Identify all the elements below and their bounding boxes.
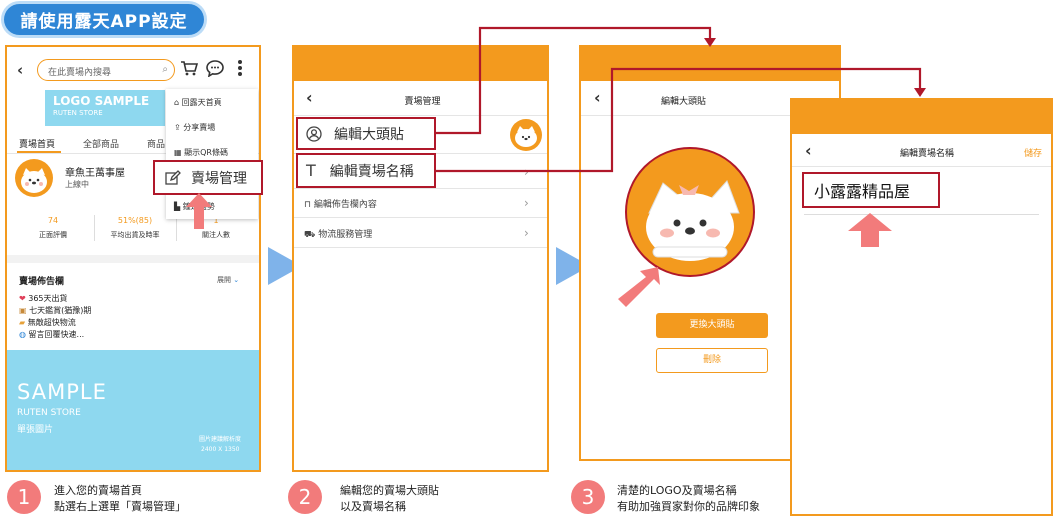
step-2-text: 編輯您的賣場大頭貼 以及賣場名稱 bbox=[340, 483, 439, 515]
step-line: 以及賣場名稱 bbox=[340, 500, 406, 513]
step-1-text: 進入您的賣場首頁 點選右上選單「賣場管理」 bbox=[54, 483, 186, 515]
step-line: 有助加強買家對你的品牌印象 bbox=[617, 500, 760, 513]
step-number-3: 3 bbox=[571, 480, 605, 514]
step-line: 進入您的賣場首頁 bbox=[54, 484, 142, 497]
step-3-text: 清楚的LOGO及賣場名稱 有助加強買家對你的品牌印象 bbox=[617, 483, 760, 515]
step-line: 清楚的LOGO及賣場名稱 bbox=[617, 484, 737, 497]
step-number-1: 1 bbox=[7, 480, 41, 514]
step-line: 編輯您的賣場大頭貼 bbox=[340, 484, 439, 497]
step-number-2: 2 bbox=[288, 480, 322, 514]
step-line: 點選右上選單「賣場管理」 bbox=[54, 500, 186, 513]
